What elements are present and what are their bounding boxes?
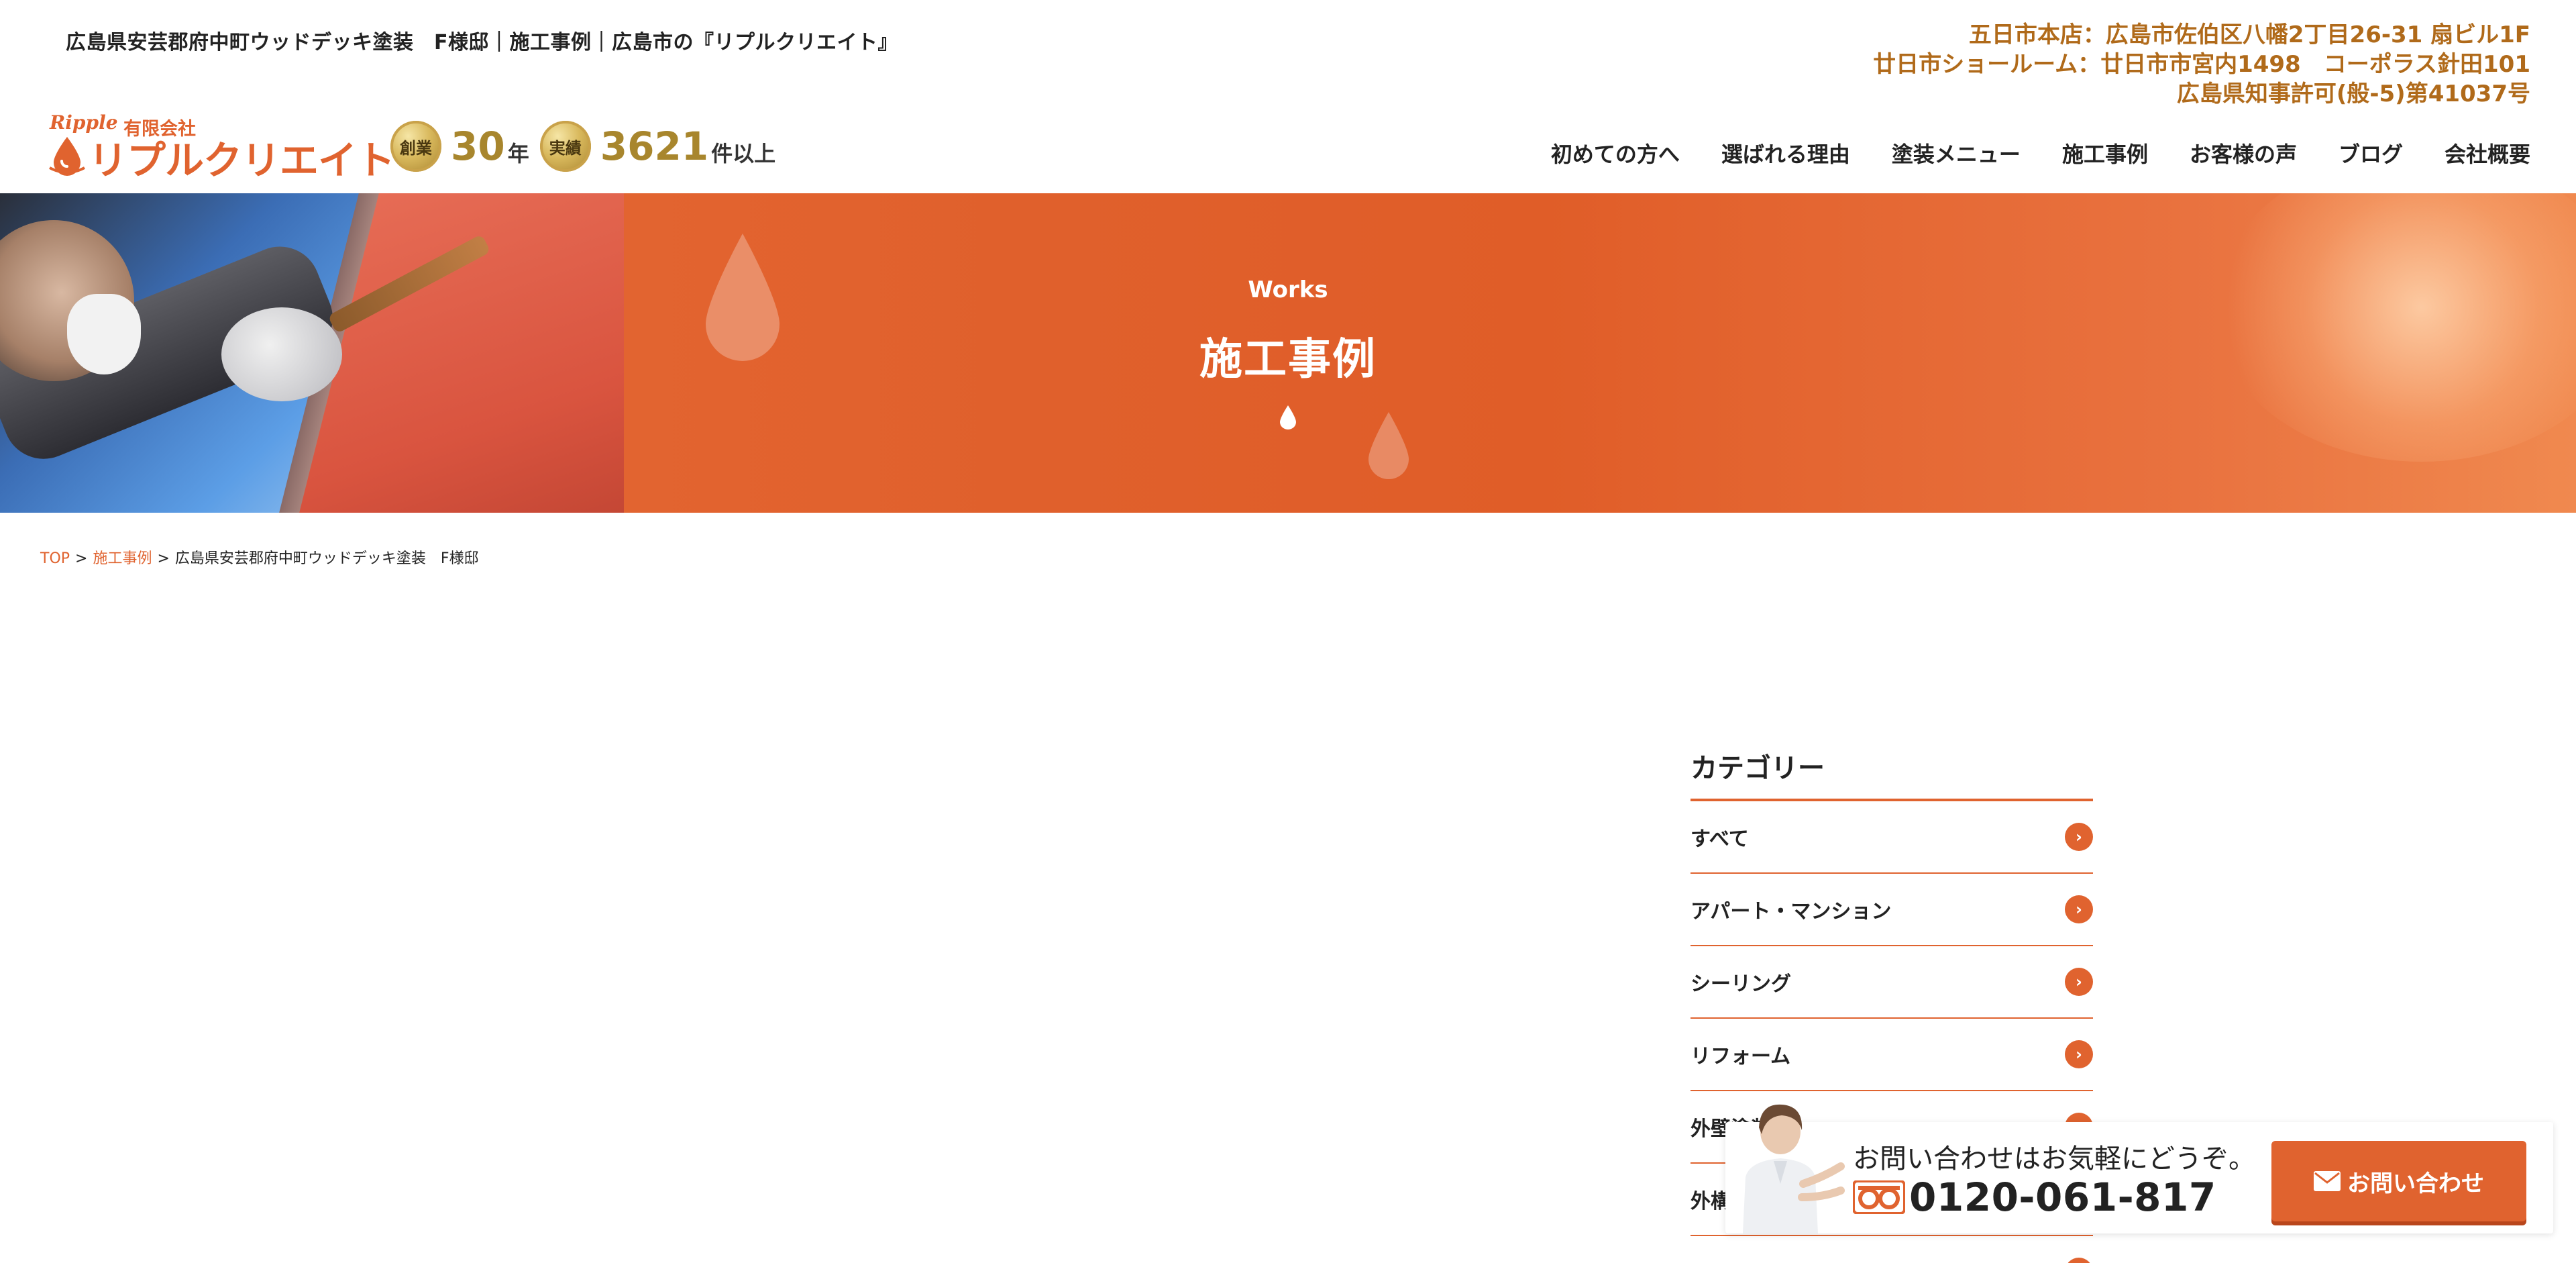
- breadcrumb-separator: >: [157, 550, 170, 567]
- category-item-sealing[interactable]: シーリング ›: [1690, 946, 2093, 1019]
- record-count-unit: 件以上: [711, 141, 776, 166]
- showroom-address: 廿日市ショールーム：廿日市市宮内1498 コーポラス針田101: [1873, 51, 2530, 78]
- nav-item-first-time[interactable]: 初めての方へ: [1551, 138, 1680, 168]
- record-count: 3621: [600, 123, 709, 169]
- logo-company-name: リプルクリエイト: [89, 138, 395, 183]
- category-label: 屋根・葺き替え: [1690, 1257, 1831, 1263]
- nav-item-reasons[interactable]: 選ばれる理由: [1721, 138, 1850, 168]
- category-label: アパート・マンション: [1690, 900, 1892, 923]
- head-office-address: 五日市本店：広島市佐伯区八幡2丁目26-31 扇ビル1F: [1968, 21, 2530, 48]
- hero-subtitle: Works: [1248, 276, 1328, 303]
- sidebar-heading: カテゴリー: [1690, 746, 2093, 801]
- title-drop-icon: [1280, 405, 1296, 430]
- category-label: リフォーム: [1690, 1045, 1791, 1068]
- founded-years: 30: [451, 123, 505, 169]
- contact-phone-row[interactable]: 0120-061-817: [1853, 1174, 2216, 1220]
- breadcrumb-separator: >: [75, 550, 88, 567]
- staff-illustration: [1743, 1104, 1845, 1233]
- founded-medal-icon: 創業: [390, 121, 441, 172]
- page-title: 施工事例: [1199, 335, 1377, 385]
- category-item-apartment[interactable]: アパート・マンション ›: [1690, 874, 2093, 946]
- contact-button-label: お問い合わせ: [2347, 1170, 2484, 1197]
- phone-number[interactable]: 0120-061-817: [1909, 1174, 2216, 1220]
- site-header: 広島県安芸郡府中町ウッドデッキ塗装 F様邸｜施工事例｜広島市の『リプルクリエイト…: [0, 0, 2576, 193]
- breadcrumb-works[interactable]: 施工事例: [93, 550, 152, 567]
- address-block: 五日市本店：広島市佐伯区八幡2丁目26-31 扇ビル1F 廿日市ショールーム：廿…: [1873, 20, 2530, 109]
- breadcrumb: TOP > 施工事例 > 広島県安芸郡府中町ウッドデッキ塗装 F様邸: [40, 546, 479, 568]
- nav-item-works[interactable]: 施工事例: [2062, 138, 2148, 168]
- category-label: すべて: [1690, 827, 1749, 851]
- breadcrumb-current: 広島県安芸郡府中町ウッドデッキ塗装 F様邸: [174, 550, 479, 567]
- founded-years-unit: 年: [507, 141, 529, 166]
- contact-button[interactable]: お問い合わせ: [2271, 1141, 2526, 1221]
- hero-banner: Works 施工事例: [0, 193, 2576, 513]
- water-drop-icon: [49, 137, 85, 176]
- chevron-right-icon: ›: [2065, 1258, 2093, 1263]
- category-item-roof[interactable]: 屋根・葺き替え ›: [1690, 1236, 2093, 1263]
- category-item-reform[interactable]: リフォーム ›: [1690, 1019, 2093, 1091]
- chevron-right-icon: ›: [2065, 1040, 2093, 1068]
- record-medal-icon: 実績: [539, 121, 591, 172]
- site-tagline: 広島県安芸郡府中町ウッドデッキ塗装 F様邸｜施工事例｜広島市の『リプルクリエイト…: [66, 31, 898, 54]
- chevron-right-icon: ›: [2065, 895, 2093, 923]
- achievement-badges: 創業 30 年 実績 3621 件以上: [390, 118, 786, 174]
- chevron-right-icon: ›: [2065, 823, 2093, 851]
- license-number: 広島県知事許可(般-5)第41037号: [2176, 81, 2530, 107]
- nav-item-customer-voices[interactable]: お客様の声: [2190, 138, 2297, 168]
- small-drop-icon: [1368, 412, 1409, 479]
- free-dial-icon: [1853, 1180, 1905, 1214]
- nav-item-company[interactable]: 会社概要: [2445, 138, 2530, 168]
- category-label: シーリング: [1690, 972, 1791, 996]
- contact-message: お問い合わせはお気軽にどうぞ。: [1853, 1144, 2255, 1174]
- nav-item-painting-menu[interactable]: 塗装メニュー: [1892, 138, 2021, 168]
- breadcrumb-top[interactable]: TOP: [40, 550, 70, 567]
- nav-item-blog[interactable]: ブログ: [2339, 138, 2403, 168]
- chevron-right-icon: ›: [2065, 968, 2093, 996]
- company-logo[interactable]: Ripple 有限会社 リプルクリエイト: [46, 111, 395, 183]
- mail-icon: [2314, 1171, 2341, 1191]
- category-item-all[interactable]: すべて ›: [1690, 801, 2093, 874]
- global-nav: 初めての方へ 選ばれる理由 塗装メニュー 施工事例 お客様の声 ブログ 会社概要: [1551, 138, 2530, 168]
